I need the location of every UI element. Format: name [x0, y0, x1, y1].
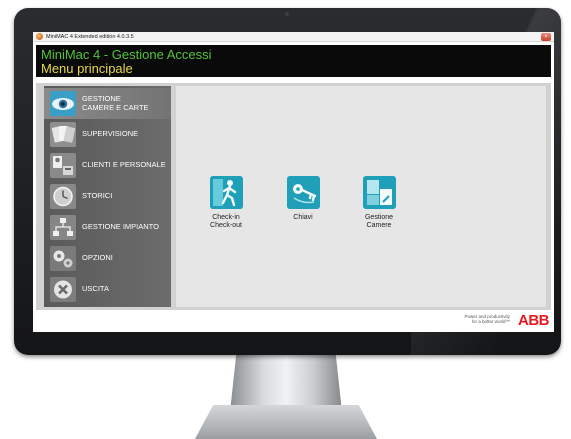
- window-title: MiniMAC 4 Extended edition 4.0.3.5: [46, 34, 134, 40]
- checkin-checkout-tile[interactable]: Check-in Check-out: [196, 176, 256, 230]
- keys-icon: [286, 176, 320, 209]
- app-title: MiniMac 4 - Gestione Accessi: [41, 47, 212, 62]
- monitor-stand-neck: [230, 350, 342, 412]
- close-button[interactable]: ×: [541, 33, 551, 41]
- sidebar-item-label: OPZIONI: [82, 253, 113, 262]
- main-panel: Check-in Check-out Chiavi Gestione Camer…: [176, 86, 546, 307]
- sidebar-item-storici[interactable]: STORICI: [44, 181, 171, 212]
- sidebar-item-label: CLIENTI E PERSONALE: [82, 160, 166, 169]
- sidebar-item-label: GESTIONE IMPIANTO: [82, 222, 159, 231]
- app-logo-icon: [36, 33, 43, 40]
- clock-icon: [50, 184, 76, 209]
- sidebar-item-opzioni[interactable]: OPZIONI: [44, 243, 171, 274]
- sidebar-item-label: USCITA: [82, 284, 109, 293]
- sidebar-item-label: STORICI: [82, 191, 113, 200]
- brand-tagline: Power and productivity for a better worl…: [464, 314, 510, 324]
- sidebar-item-label: GESTIONE CAMERE E CARTE: [82, 94, 149, 112]
- workspace: GESTIONE CAMERE E CARTE SUPERVISIONE CLI…: [36, 83, 551, 310]
- cards-icon: [50, 122, 76, 147]
- people-icon: [50, 153, 76, 178]
- network-icon: [50, 215, 76, 240]
- abb-logo: ABB: [518, 312, 550, 329]
- sidebar-item-supervisione[interactable]: SUPERVISIONE: [44, 119, 171, 150]
- title-bar: MiniMAC 4 Extended edition 4.0.3.5 ×: [33, 32, 554, 42]
- sidebar-item-clienti-personale[interactable]: CLIENTI E PERSONALE: [44, 150, 171, 181]
- sidebar-item-uscita[interactable]: USCITA: [44, 274, 171, 305]
- rooms-icon: [362, 176, 396, 209]
- gears-icon: [50, 246, 76, 271]
- webcam-dot: [285, 12, 289, 16]
- tile-label: Gestione Camere: [364, 214, 394, 229]
- gestione-camere-tile[interactable]: Gestione Camere: [349, 176, 409, 230]
- eye-icon: [50, 91, 76, 116]
- app-window: MiniMAC 4 Extended edition 4.0.3.5 × Min…: [33, 32, 554, 332]
- sidebar-item-gestione-impianto[interactable]: GESTIONE IMPIANTO: [44, 212, 171, 243]
- chiavi-tile[interactable]: Chiavi: [273, 176, 333, 222]
- monitor-stand-base: [195, 405, 377, 439]
- sidebar-item-label: SUPERVISIONE: [82, 129, 139, 138]
- walking-person-icon: [209, 176, 243, 209]
- tile-label: Check-in Check-out: [210, 214, 242, 229]
- tile-label: Chiavi: [293, 214, 313, 221]
- app-header: MiniMac 4 - Gestione Accessi Menu princi…: [36, 45, 551, 77]
- sidebar-item-gestione-camere[interactable]: GESTIONE CAMERE E CARTE: [44, 88, 171, 119]
- exit-icon: [50, 277, 76, 302]
- sidebar-menu: GESTIONE CAMERE E CARTE SUPERVISIONE CLI…: [44, 86, 171, 307]
- page-title: Menu principale: [41, 61, 133, 76]
